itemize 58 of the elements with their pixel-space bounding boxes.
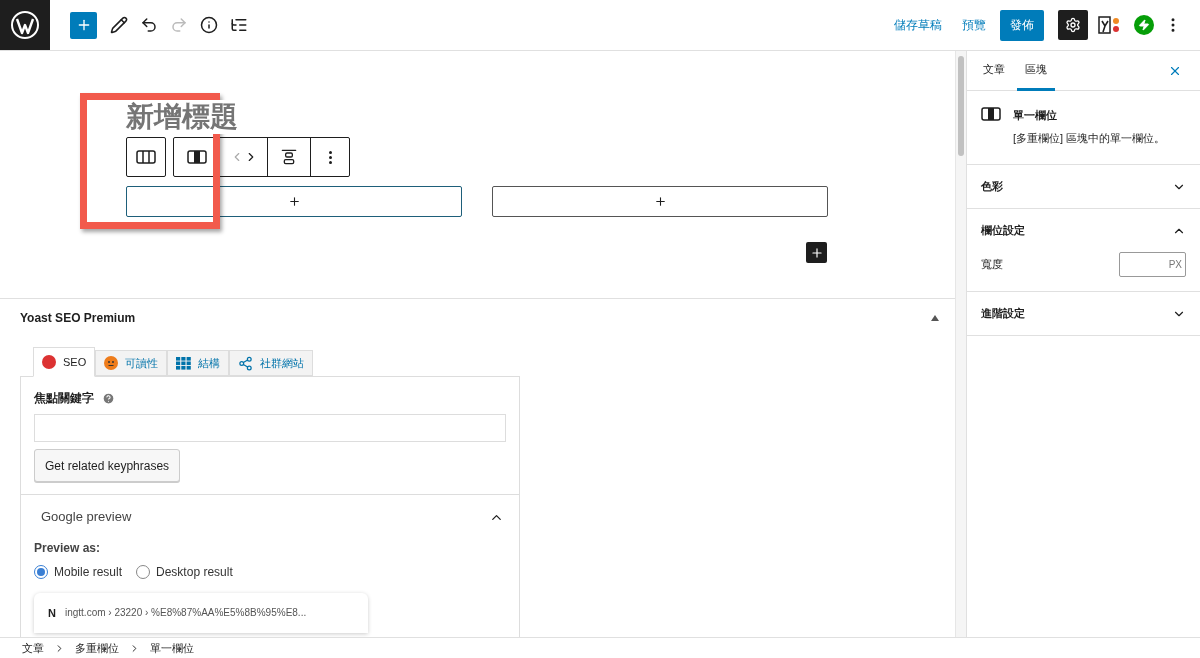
width-input[interactable]: PX [1119, 252, 1186, 277]
field-label: 焦點關鍵字 [34, 390, 94, 407]
wordpress-logo[interactable] [0, 0, 50, 50]
breadcrumb-link[interactable]: 多重欄位 [75, 639, 119, 657]
save-draft-link[interactable]: 儲存草稿 [894, 16, 942, 34]
title-placeholder[interactable]: 新增標題 [126, 100, 238, 134]
preview-link[interactable]: 預覽 [962, 16, 986, 34]
panel-toggle[interactable]: 進階設定 [967, 292, 1200, 335]
parent-block-button[interactable] [126, 137, 166, 177]
keyphrase-input[interactable] [34, 414, 506, 442]
pencil-icon[interactable] [110, 16, 128, 34]
list-view-icon[interactable] [230, 16, 248, 34]
favicon: N [48, 606, 56, 621]
section-heading: Google preview [41, 508, 132, 527]
settings-button[interactable] [1058, 10, 1088, 40]
sidebar-tab[interactable]: 文章 [975, 50, 1013, 91]
breadcrumb-link[interactable]: 單一欄位 [150, 639, 194, 657]
column-placeholder[interactable] [492, 186, 828, 217]
panel-title: Yoast SEO Premium [20, 310, 136, 327]
face-icon [104, 356, 119, 370]
panel-toggle[interactable]: 色彩 [967, 165, 1200, 208]
column-icon [981, 107, 1001, 121]
block-appender-button[interactable] [806, 242, 827, 263]
add-block-button[interactable] [70, 11, 97, 39]
plus-icon [809, 245, 824, 260]
collapse-icon[interactable] [931, 315, 939, 321]
snippet-url: ingtt.com › 23220 › %E8%87%AA%E5%8B%95%E8... [64, 606, 307, 620]
breadcrumb-link[interactable]: 文章 [22, 639, 44, 657]
column-icon [187, 150, 207, 164]
info-icon[interactable] [200, 16, 218, 34]
more-icon [328, 150, 332, 164]
panel-toggle[interactable]: 欄位設定 [967, 209, 1200, 252]
field-label: 寬度 [981, 257, 1003, 273]
share-icon [238, 355, 254, 371]
seo-tab[interactable]: 可讀性 [95, 350, 168, 376]
block-title: 單一欄位 [1013, 108, 1058, 123]
columns-icon [136, 150, 156, 164]
help-icon[interactable] [102, 391, 115, 405]
undo-icon[interactable] [140, 16, 158, 34]
block-description: [多重欄位] 區塊中的單一欄位。 [1013, 130, 1166, 146]
publish-button[interactable]: 發佈 [1000, 9, 1044, 41]
seo-tab[interactable]: 社群網站 [229, 350, 314, 376]
bolt-icon[interactable] [1134, 15, 1154, 35]
settings-icon [1065, 17, 1081, 33]
preview-label: Preview as: [34, 540, 101, 557]
radio-option[interactable]: Mobile result [34, 563, 123, 581]
plus-icon [287, 195, 301, 208]
scrollbar[interactable] [955, 51, 966, 637]
seo-tab[interactable]: 結構 [167, 350, 230, 376]
sidebar-tab[interactable]: 區塊 [1017, 50, 1055, 91]
related-keyphrases-button[interactable]: Get related keyphrases [34, 449, 181, 482]
plugin-icon[interactable] [1096, 15, 1122, 35]
seo-tab[interactable]: SEO [33, 347, 96, 377]
grid-icon [176, 356, 192, 370]
column-placeholder[interactable] [126, 186, 462, 217]
align-top-icon [281, 149, 297, 165]
radio-option[interactable]: Desktop result [136, 563, 233, 581]
plus-icon [653, 195, 667, 208]
